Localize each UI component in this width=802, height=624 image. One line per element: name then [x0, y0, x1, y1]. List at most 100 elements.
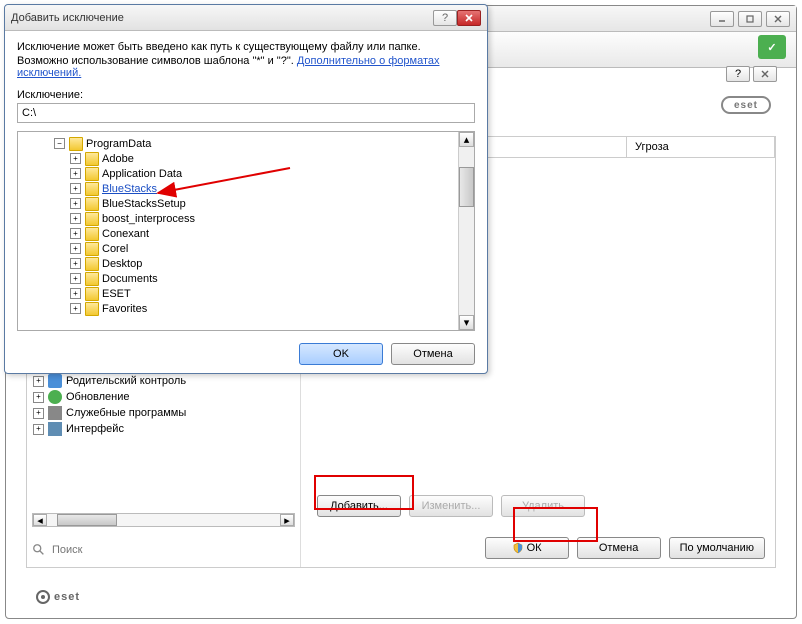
ok-button[interactable]: ОК — [485, 537, 569, 559]
search-row — [32, 543, 295, 557]
expand-icon[interactable]: + — [33, 408, 44, 419]
maximize-button[interactable] — [738, 11, 762, 27]
left-tree: + Родительский контроль + Обновление + С… — [27, 367, 300, 443]
expand-icon[interactable]: + — [70, 228, 81, 239]
tree-folder[interactable]: + Desktop — [22, 256, 470, 271]
delete-button: Удалить — [501, 495, 585, 517]
folder-icon — [85, 152, 99, 166]
dialog-cancel-button[interactable]: Отмена — [391, 343, 475, 365]
expand-icon[interactable]: + — [70, 183, 81, 194]
folder-icon — [85, 272, 99, 286]
folder-icon — [85, 227, 99, 241]
folder-label: Favorites — [102, 303, 147, 315]
help-button[interactable]: ? — [726, 66, 750, 82]
h-scrollbar[interactable]: ◂ ▸ — [32, 513, 295, 527]
folder-label: ESET — [102, 288, 131, 300]
desc-line-2: Возможно использование символов шаблона … — [17, 55, 475, 79]
close-button[interactable] — [766, 11, 790, 27]
folder-icon — [85, 302, 99, 316]
sub-close-button[interactable] — [753, 66, 777, 82]
dialog-bottom-buttons: ОК Отмена По умолчанию — [485, 537, 765, 559]
tree-item-ui[interactable]: + Интерфейс — [33, 421, 294, 437]
expand-icon[interactable]: + — [70, 273, 81, 284]
dialog-close-button[interactable] — [457, 10, 481, 26]
parental-icon — [48, 374, 62, 388]
ui-icon — [48, 422, 62, 436]
folder-icon — [85, 287, 99, 301]
folder-icon — [85, 242, 99, 256]
folder-icon — [85, 257, 99, 271]
folder-tree: −ProgramData + Adobe + Application Data + Blue… — [17, 131, 475, 331]
tree-item-tools[interactable]: + Служебные программы — [33, 405, 294, 421]
expand-icon[interactable]: + — [70, 153, 81, 164]
expand-icon[interactable]: + — [70, 168, 81, 179]
tree-folder[interactable]: + ESET — [22, 286, 470, 301]
footer-logo: eset — [36, 590, 80, 604]
list-buttons: Добавить... Изменить... Удалить — [317, 495, 585, 517]
expand-icon[interactable]: + — [70, 243, 81, 254]
tree-folder[interactable]: + Corel — [22, 241, 470, 256]
folder-icon — [85, 197, 99, 211]
expand-icon[interactable]: + — [70, 303, 81, 314]
dialog-ok-button[interactable]: OK — [299, 343, 383, 365]
tree-folder[interactable]: +Conexant — [22, 226, 470, 241]
search-input[interactable] — [52, 544, 295, 556]
exclusion-input[interactable] — [17, 103, 475, 123]
folder-label: Adobe — [102, 153, 134, 165]
add-exclusion-dialog: Добавить исключение ? Исключение может б… — [4, 4, 488, 374]
status-ok-icon: ✓ — [758, 35, 786, 59]
expand-icon[interactable]: + — [70, 213, 81, 224]
tree-label: Родительский контроль — [66, 375, 186, 387]
collapse-icon[interactable]: − — [54, 138, 65, 149]
scroll-thumb[interactable] — [57, 514, 117, 526]
tree-label: Интерфейс — [66, 423, 124, 435]
folder-label: Corel — [102, 243, 128, 255]
tree-folder[interactable]: +Documents — [22, 271, 470, 286]
folder-label: BlueStacksSetup — [102, 198, 186, 210]
expand-icon[interactable]: + — [70, 288, 81, 299]
edit-button: Изменить... — [409, 495, 493, 517]
tree-label: Обновление — [66, 391, 130, 403]
expand-icon[interactable]: + — [33, 392, 44, 403]
desc-line-1: Исключение может быть введено как путь к… — [17, 41, 475, 53]
scroll-right-arrow[interactable]: ▸ — [280, 514, 294, 526]
scroll-up-arrow[interactable]: ▴ — [459, 132, 474, 147]
v-scrollbar[interactable]: ▴ ▾ — [458, 132, 474, 330]
tree-folder[interactable]: + Application Data — [22, 166, 470, 181]
add-button[interactable]: Добавить... — [317, 495, 401, 517]
ok-label: ОК — [527, 542, 542, 554]
expand-icon[interactable]: + — [70, 258, 81, 269]
tree-label: Служебные программы — [66, 407, 186, 419]
expand-icon[interactable]: + — [33, 424, 44, 435]
minimize-button[interactable] — [710, 11, 734, 27]
col-threat[interactable]: Угроза — [627, 137, 775, 157]
exclusion-label: Исключение: — [17, 89, 475, 101]
eye-icon — [36, 590, 50, 604]
folder-label: Application Data — [102, 168, 182, 180]
tree-folder[interactable]: + Favorites — [22, 301, 470, 316]
tree-folder[interactable]: + boost_interprocess — [22, 211, 470, 226]
desc-text-2a: Возможно использование символов шаблона … — [17, 55, 297, 67]
tree-folder[interactable]: + BlueStacks — [22, 181, 470, 196]
scroll-down-arrow[interactable]: ▾ — [459, 315, 474, 330]
folder-label: Desktop — [102, 258, 142, 270]
dialog-titlebar: Добавить исключение ? — [5, 5, 487, 31]
expand-icon[interactable]: + — [33, 376, 44, 387]
dialog-help-button[interactable]: ? — [433, 10, 457, 26]
tree-item-parental[interactable]: + Родительский контроль — [33, 373, 294, 389]
tree-root[interactable]: −ProgramData — [22, 136, 470, 151]
sub-window-controls: ? — [726, 66, 781, 84]
cancel-button[interactable]: Отмена — [577, 537, 661, 559]
tree-folder[interactable]: + Adobe — [22, 151, 470, 166]
folder-label: boost_interprocess — [102, 213, 195, 225]
tree-folder[interactable]: + BlueStacksSetup — [22, 196, 470, 211]
v-scroll-thumb[interactable] — [459, 167, 474, 207]
footer-brand: eset — [54, 591, 80, 603]
expand-icon[interactable]: + — [70, 198, 81, 209]
default-button[interactable]: По умолчанию — [669, 537, 765, 559]
tree-item-update[interactable]: + Обновление — [33, 389, 294, 405]
folder-label: BlueStacks — [102, 183, 157, 195]
scroll-left-arrow[interactable]: ◂ — [33, 514, 47, 526]
folder-icon — [85, 182, 99, 196]
eset-logo: eset — [721, 96, 771, 114]
